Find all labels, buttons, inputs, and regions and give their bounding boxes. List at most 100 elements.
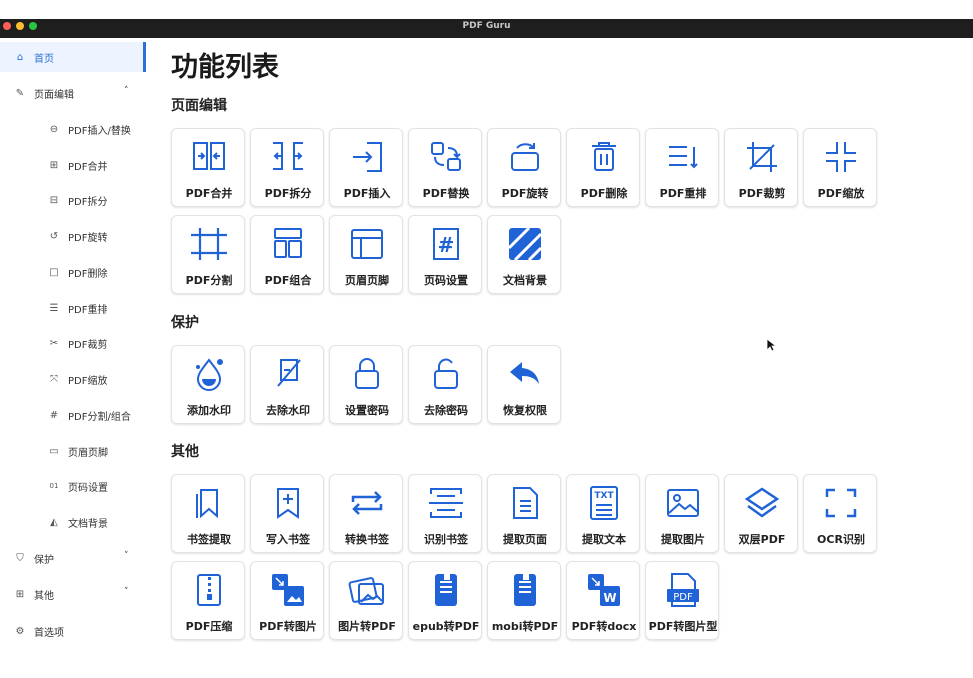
section-title-page-edit: 页面编辑 [171, 98, 227, 114]
split-icon [273, 142, 303, 170]
tile-image-to-pdf[interactable]: 图片转PDF [329, 561, 403, 640]
unlock-icon [434, 358, 458, 389]
tile-extract-pages[interactable]: 提取页面 [487, 474, 561, 553]
sidebar-item-label: 页眉页脚 [68, 447, 108, 459]
sidebar-item-label: PDF裁剪 [68, 339, 108, 351]
tile-header-footer[interactable]: 页眉页脚 [329, 215, 403, 294]
tile-remove-password[interactable]: 去除密码 [408, 345, 482, 424]
layout-icon [274, 228, 302, 258]
tile-bookmark-write[interactable]: 写入书签 [250, 474, 324, 553]
watermark-drop-icon [196, 358, 223, 391]
tile-label: OCR识别 [817, 533, 865, 546]
document-icon [513, 487, 538, 519]
chevron-up-icon[interactable]: ˄ [124, 86, 129, 96]
merge-icon: ⊞ [49, 159, 59, 171]
tile-set-password[interactable]: 设置密码 [329, 345, 403, 424]
tile-pdf-to-image[interactable]: PDF转图片 [250, 561, 324, 640]
mouse-cursor-icon [766, 338, 776, 352]
sidebar-item-delete[interactable]: □ PDF删除 [48, 256, 107, 288]
tile-extract-text[interactable]: TXT 提取文本 [566, 474, 640, 553]
sidebar-item-insert-replace[interactable]: ⊖ PDF插入/替换 [48, 113, 131, 145]
insert-icon [353, 142, 382, 172]
delete-icon: □ [49, 266, 59, 278]
tile-label: PDF拆分 [264, 187, 312, 200]
ebook-icon [435, 574, 457, 606]
hash-icon: # [49, 409, 59, 421]
sidebar-item-home[interactable]: ⌂ 首页 [14, 41, 54, 73]
split-icon: ⊟ [49, 194, 59, 206]
tile-pdf-compress[interactable]: PDF压缩 [171, 561, 245, 640]
sidebar-item-header-footer[interactable]: ▭ 页眉页脚 [48, 435, 108, 467]
tile-pdf-scale[interactable]: PDF缩放 [803, 128, 877, 207]
tile-label: PDF组合 [264, 274, 312, 287]
sidebar-item-protect[interactable]: ⛉ 保护 [14, 542, 54, 574]
tile-epub-to-pdf[interactable]: epub转PDF [408, 561, 482, 640]
tile-pdf-combine[interactable]: PDF组合 [250, 215, 324, 294]
sidebar-item-rotate[interactable]: ↺ PDF旋转 [48, 220, 108, 252]
tile-label: 文档背景 [503, 274, 547, 287]
tile-pdf-reorder[interactable]: PDF重排 [645, 128, 719, 207]
section-title-other: 其他 [171, 444, 199, 460]
crop-icon [747, 142, 777, 172]
ebook-icon [514, 574, 536, 606]
tile-mobi-to-pdf[interactable]: mobi转PDF [487, 561, 561, 640]
sidebar-item-label: 页面编辑 [34, 89, 74, 101]
tile-page-number[interactable]: # 页码设置 [408, 215, 482, 294]
tile-bookmark-recognize[interactable]: 识别书签 [408, 474, 482, 553]
sidebar-item-label: PDF删除 [68, 268, 108, 280]
tile-label: 书签提取 [187, 533, 231, 546]
tile-pdf-insert[interactable]: PDF插入 [329, 128, 403, 207]
tile-document-background[interactable]: 文档背景 [487, 215, 561, 294]
tile-pdf-to-image-type[interactable]: PDF PDF转图片型 [645, 561, 719, 640]
replace-icon [431, 142, 461, 171]
tile-remove-watermark[interactable]: 去除水印 [250, 345, 324, 424]
sidebar-item-merge[interactable]: ⊞ PDF合并 [48, 149, 108, 181]
tile-bookmark-convert[interactable]: 转换书签 [329, 474, 403, 553]
sidebar-item-reorder[interactable]: ☰ PDF重排 [48, 292, 108, 324]
images-icon [348, 577, 384, 605]
tile-label: PDF缩放 [817, 187, 865, 200]
window-title: PDF Guru [462, 21, 511, 31]
sidebar-item-page-edit[interactable]: ✎ 页面编辑 [14, 77, 74, 109]
sidebar-item-label: PDF重排 [68, 304, 108, 316]
chevron-down-icon[interactable]: ˅ [124, 551, 129, 561]
tile-label: 转换书签 [345, 533, 389, 546]
tile-ocr[interactable]: OCR识别 [803, 474, 877, 553]
pdf-to-word-icon: W [588, 574, 620, 606]
tile-pdf-merge[interactable]: PDF合并 [171, 128, 245, 207]
tile-bookmark-extract[interactable]: 书签提取 [171, 474, 245, 553]
tile-restore-permissions[interactable]: 恢复权限 [487, 345, 561, 424]
chevron-down-icon[interactable]: ˅ [124, 587, 129, 597]
tile-pdf-rotate[interactable]: PDF旋转 [487, 128, 561, 207]
tile-pdf-divide[interactable]: PDF分割 [171, 215, 245, 294]
sidebar-item-scale[interactable]: ⤧ PDF缩放 [48, 363, 107, 395]
sidebar-item-split[interactable]: ⊟ PDF拆分 [48, 184, 108, 216]
tile-label: 双层PDF [738, 533, 786, 546]
tile-dual-layer-pdf[interactable]: 双层PDF [724, 474, 798, 553]
header-footer-icon [351, 229, 383, 259]
tile-pdf-split[interactable]: PDF拆分 [250, 128, 324, 207]
sidebar-item-background[interactable]: ◭ 文档背景 [48, 506, 108, 538]
background-icon: ◭ [50, 516, 58, 528]
sidebar-item-crop[interactable]: ✂ PDF裁剪 [48, 327, 108, 359]
tile-pdf-to-docx[interactable]: W PDF转docx [566, 561, 640, 640]
tile-pdf-delete[interactable]: PDF删除 [566, 128, 640, 207]
sidebar-item-split-combine[interactable]: # PDF分割/组合 [48, 399, 131, 431]
image-icon [667, 489, 699, 517]
tile-add-watermark[interactable]: 添加水印 [171, 345, 245, 424]
tile-label: 识别书签 [424, 533, 468, 546]
sidebar-item-page-number[interactable]: 01 页码设置 [48, 470, 108, 502]
home-icon: ⌂ [16, 51, 24, 63]
tile-pdf-crop[interactable]: PDF裁剪 [724, 128, 798, 207]
tile-extract-images[interactable]: 提取图片 [645, 474, 719, 553]
sidebar-item-label: 保护 [34, 554, 54, 566]
reorder-icon: ☰ [49, 302, 59, 314]
hash-glyph: # [438, 233, 455, 257]
bookmark-icon [196, 489, 218, 519]
sidebar-item-preferences[interactable]: ⚙ 首选项 [14, 615, 64, 647]
tile-pdf-replace[interactable]: PDF替换 [408, 128, 482, 207]
grid-icon: ⊞ [15, 588, 25, 600]
page-number-icon: 01 [49, 482, 59, 490]
remove-watermark-icon [277, 359, 301, 387]
sidebar-item-other[interactable]: ⊞ 其他 [14, 578, 54, 610]
